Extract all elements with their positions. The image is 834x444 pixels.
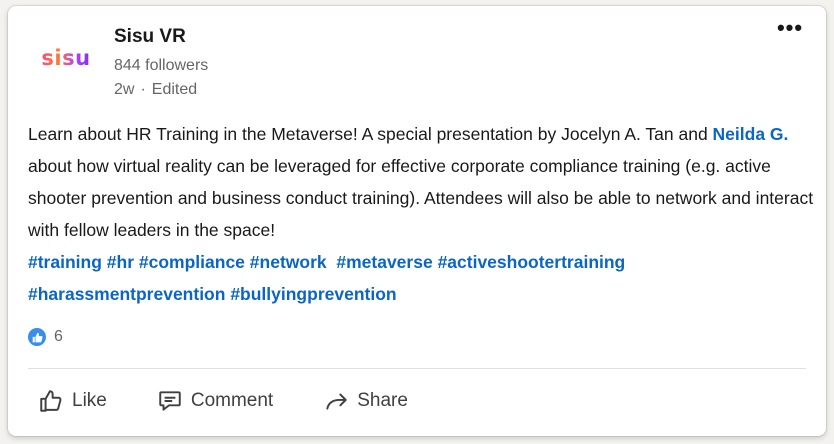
hashtag-link[interactable]: #activeshootertraining <box>438 252 626 272</box>
edited-label: Edited <box>151 81 198 98</box>
hashtag-link[interactable]: #network <box>250 252 327 272</box>
share-button[interactable]: Share <box>323 388 408 414</box>
comment-label: Comment <box>190 390 274 411</box>
reaction-count: 6 <box>54 328 63 345</box>
post-meta: 2w · Edited <box>114 81 197 99</box>
like-reaction-icon <box>28 328 46 346</box>
like-button[interactable]: Like <box>38 388 107 414</box>
divider <box>28 368 806 369</box>
more-options-button[interactable]: ••• <box>772 15 808 40</box>
hashtag-link[interactable]: #bullyingprevention <box>230 284 396 304</box>
like-label: Like <box>72 390 107 411</box>
follower-count: 844 followers <box>114 57 209 74</box>
mention-link[interactable]: Neilda G. <box>713 124 789 144</box>
post-age: 2w <box>114 81 135 98</box>
author-name[interactable]: Sisu VR <box>114 26 186 48</box>
hashtag-link[interactable]: #harassmentprevention <box>28 284 225 304</box>
company-logo[interactable]: sisu <box>38 38 94 78</box>
reaction-summary[interactable]: 6 <box>28 328 63 346</box>
post-card: sisu Sisu VR 844 followers 2w · Edited •••… <box>8 6 826 436</box>
hashtag-link[interactable]: #hr <box>107 252 134 272</box>
hashtag-link[interactable]: #metaverse <box>336 252 432 272</box>
separator-dot: · <box>140 81 146 98</box>
post-text: Learn about HR Training in the Metaverse… <box>28 118 818 310</box>
share-arrow-icon <box>326 393 347 410</box>
post-text-part2: about how virtual reality can be leverag… <box>28 156 814 240</box>
share-label: Share <box>357 390 408 411</box>
hashtag-link[interactable]: #compliance <box>139 252 245 272</box>
post-text-part1: Learn about HR Training in the Metaverse… <box>28 124 713 144</box>
comment-icon <box>159 391 181 411</box>
comment-button[interactable]: Comment <box>157 388 273 414</box>
hashtag-list: #training #hr #compliance #network #meta… <box>28 252 625 304</box>
thumbs-up-icon <box>40 390 62 412</box>
action-bar: Like Comment Share <box>38 380 458 422</box>
hashtag-link[interactable]: #training <box>28 252 102 272</box>
